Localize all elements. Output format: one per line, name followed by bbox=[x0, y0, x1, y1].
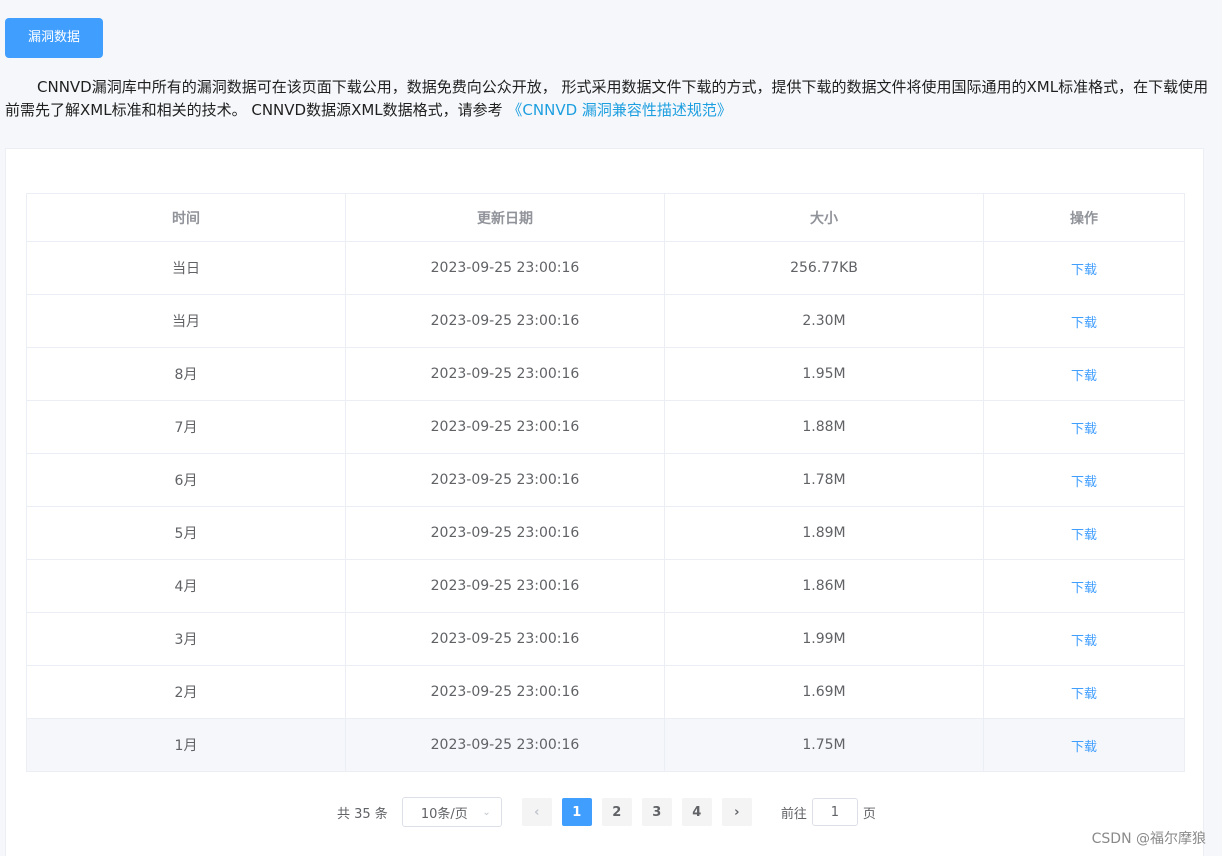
cell-date: 2023-09-25 23:00:16 bbox=[345, 241, 665, 295]
spec-link[interactable]: 《CNNVD 漏洞兼容性描述规范》 bbox=[507, 101, 732, 119]
cell-date: 2023-09-25 23:00:16 bbox=[345, 559, 665, 613]
cell-time: 4月 bbox=[26, 559, 346, 613]
prev-page-button[interactable]: ‹ bbox=[521, 798, 552, 826]
goto-page-input[interactable] bbox=[811, 798, 858, 826]
page-button-1[interactable]: 1 bbox=[561, 798, 592, 826]
cell-size: 1.86M bbox=[664, 559, 984, 613]
page-jumper: 前往 页 bbox=[781, 798, 876, 826]
download-link[interactable]: 下载 bbox=[1071, 581, 1097, 596]
download-link[interactable]: 下载 bbox=[1071, 740, 1097, 755]
download-link[interactable]: 下载 bbox=[1071, 528, 1097, 543]
cell-action: 下载 bbox=[983, 612, 1185, 666]
cell-date: 2023-09-25 23:00:16 bbox=[345, 294, 665, 348]
vuln-data-button[interactable]: 漏洞数据 bbox=[5, 18, 103, 58]
cell-action: 下载 bbox=[983, 347, 1185, 401]
goto-suffix: 页 bbox=[862, 806, 876, 822]
download-link[interactable]: 下载 bbox=[1071, 687, 1097, 702]
cell-action: 下载 bbox=[983, 506, 1185, 560]
chevron-down-icon: ⌄ bbox=[482, 807, 491, 818]
page: 漏洞数据 CNNVD漏洞库中所有的漏洞数据可在该页面下载公用，数据免费向公众开放… bbox=[0, 0, 1222, 856]
cell-size: 1.78M bbox=[664, 453, 984, 507]
cell-action: 下载 bbox=[983, 241, 1185, 295]
table-row: 6月 2023-09-25 23:00:16 1.78M 下载 bbox=[26, 453, 1185, 507]
page-size-value: 10条/页 bbox=[420, 806, 468, 822]
total-count: 共 35 条 bbox=[337, 806, 388, 822]
cell-size: 256.77KB bbox=[664, 241, 984, 295]
download-table: 时间 更新日期 大小 操作 当日 2023-09-25 23:00:16 256… bbox=[26, 193, 1185, 772]
table-row: 5月 2023-09-25 23:00:16 1.89M 下载 bbox=[26, 506, 1185, 560]
cell-time: 5月 bbox=[26, 506, 346, 560]
page-size-select[interactable]: 10条/页 ⌄ bbox=[401, 797, 502, 827]
cell-date: 2023-09-25 23:00:16 bbox=[345, 718, 665, 772]
download-link[interactable]: 下载 bbox=[1071, 369, 1097, 384]
cell-time: 当月 bbox=[26, 294, 346, 348]
cell-time: 1月 bbox=[26, 718, 346, 772]
cell-date: 2023-09-25 23:00:16 bbox=[345, 400, 665, 454]
table-row: 8月 2023-09-25 23:00:16 1.95M 下载 bbox=[26, 347, 1185, 401]
download-link[interactable]: 下载 bbox=[1071, 422, 1097, 437]
cell-time: 2月 bbox=[26, 665, 346, 719]
cell-action: 下载 bbox=[983, 400, 1185, 454]
cell-size: 1.75M bbox=[664, 718, 984, 772]
cell-time: 8月 bbox=[26, 347, 346, 401]
column-header-time: 时间 bbox=[26, 193, 346, 242]
cell-action: 下载 bbox=[983, 559, 1185, 613]
cell-date: 2023-09-25 23:00:16 bbox=[345, 453, 665, 507]
pagination: 共 35 条 10条/页 ⌄ ‹ 1 2 3 4 › 前往 页 bbox=[337, 797, 876, 827]
chevron-left-icon: ‹ bbox=[534, 804, 540, 820]
download-link[interactable]: 下载 bbox=[1071, 475, 1097, 490]
cell-size: 1.89M bbox=[664, 506, 984, 560]
table-row: 2月 2023-09-25 23:00:16 1.69M 下载 bbox=[26, 665, 1185, 719]
table-row: 当日 2023-09-25 23:00:16 256.77KB 下载 bbox=[26, 241, 1185, 295]
cell-action: 下载 bbox=[983, 665, 1185, 719]
cell-size: 1.95M bbox=[664, 347, 984, 401]
cell-time: 6月 bbox=[26, 453, 346, 507]
table-row: 3月 2023-09-25 23:00:16 1.99M 下载 bbox=[26, 612, 1185, 666]
column-header-size: 大小 bbox=[664, 193, 984, 242]
cell-size: 1.99M bbox=[664, 612, 984, 666]
download-link[interactable]: 下载 bbox=[1071, 634, 1097, 649]
download-link[interactable]: 下载 bbox=[1071, 263, 1097, 278]
watermark: CSDN @福尔摩狼 bbox=[1091, 831, 1206, 847]
cell-date: 2023-09-25 23:00:16 bbox=[345, 347, 665, 401]
column-header-update-date: 更新日期 bbox=[345, 193, 665, 242]
chevron-right-icon: › bbox=[734, 804, 740, 820]
table-row: 7月 2023-09-25 23:00:16 1.88M 下载 bbox=[26, 400, 1185, 454]
download-link[interactable]: 下载 bbox=[1071, 316, 1097, 331]
intro-paragraph: CNNVD漏洞库中所有的漏洞数据可在该页面下载公用，数据免费向公众开放， 形式采… bbox=[5, 76, 1217, 122]
table-header-row: 时间 更新日期 大小 操作 bbox=[26, 193, 1185, 242]
page-button-2[interactable]: 2 bbox=[601, 798, 632, 826]
cell-action: 下载 bbox=[983, 718, 1185, 772]
cell-size: 1.88M bbox=[664, 400, 984, 454]
table-row: 1月 2023-09-25 23:00:16 1.75M 下载 bbox=[26, 718, 1185, 772]
cell-action: 下载 bbox=[983, 453, 1185, 507]
page-button-4[interactable]: 4 bbox=[681, 798, 712, 826]
cell-time: 7月 bbox=[26, 400, 346, 454]
cell-date: 2023-09-25 23:00:16 bbox=[345, 506, 665, 560]
table-row: 当月 2023-09-25 23:00:16 2.30M 下载 bbox=[26, 294, 1185, 348]
table-row: 4月 2023-09-25 23:00:16 1.86M 下载 bbox=[26, 559, 1185, 613]
cell-date: 2023-09-25 23:00:16 bbox=[345, 612, 665, 666]
cell-size: 1.69M bbox=[664, 665, 984, 719]
cell-action: 下载 bbox=[983, 294, 1185, 348]
page-button-3[interactable]: 3 bbox=[641, 798, 672, 826]
cell-time: 当日 bbox=[26, 241, 346, 295]
column-header-action: 操作 bbox=[983, 193, 1185, 242]
goto-prefix: 前往 bbox=[780, 806, 807, 822]
cell-size: 2.30M bbox=[664, 294, 984, 348]
cell-date: 2023-09-25 23:00:16 bbox=[345, 665, 665, 719]
next-page-button[interactable]: › bbox=[721, 798, 752, 826]
cell-time: 3月 bbox=[26, 612, 346, 666]
